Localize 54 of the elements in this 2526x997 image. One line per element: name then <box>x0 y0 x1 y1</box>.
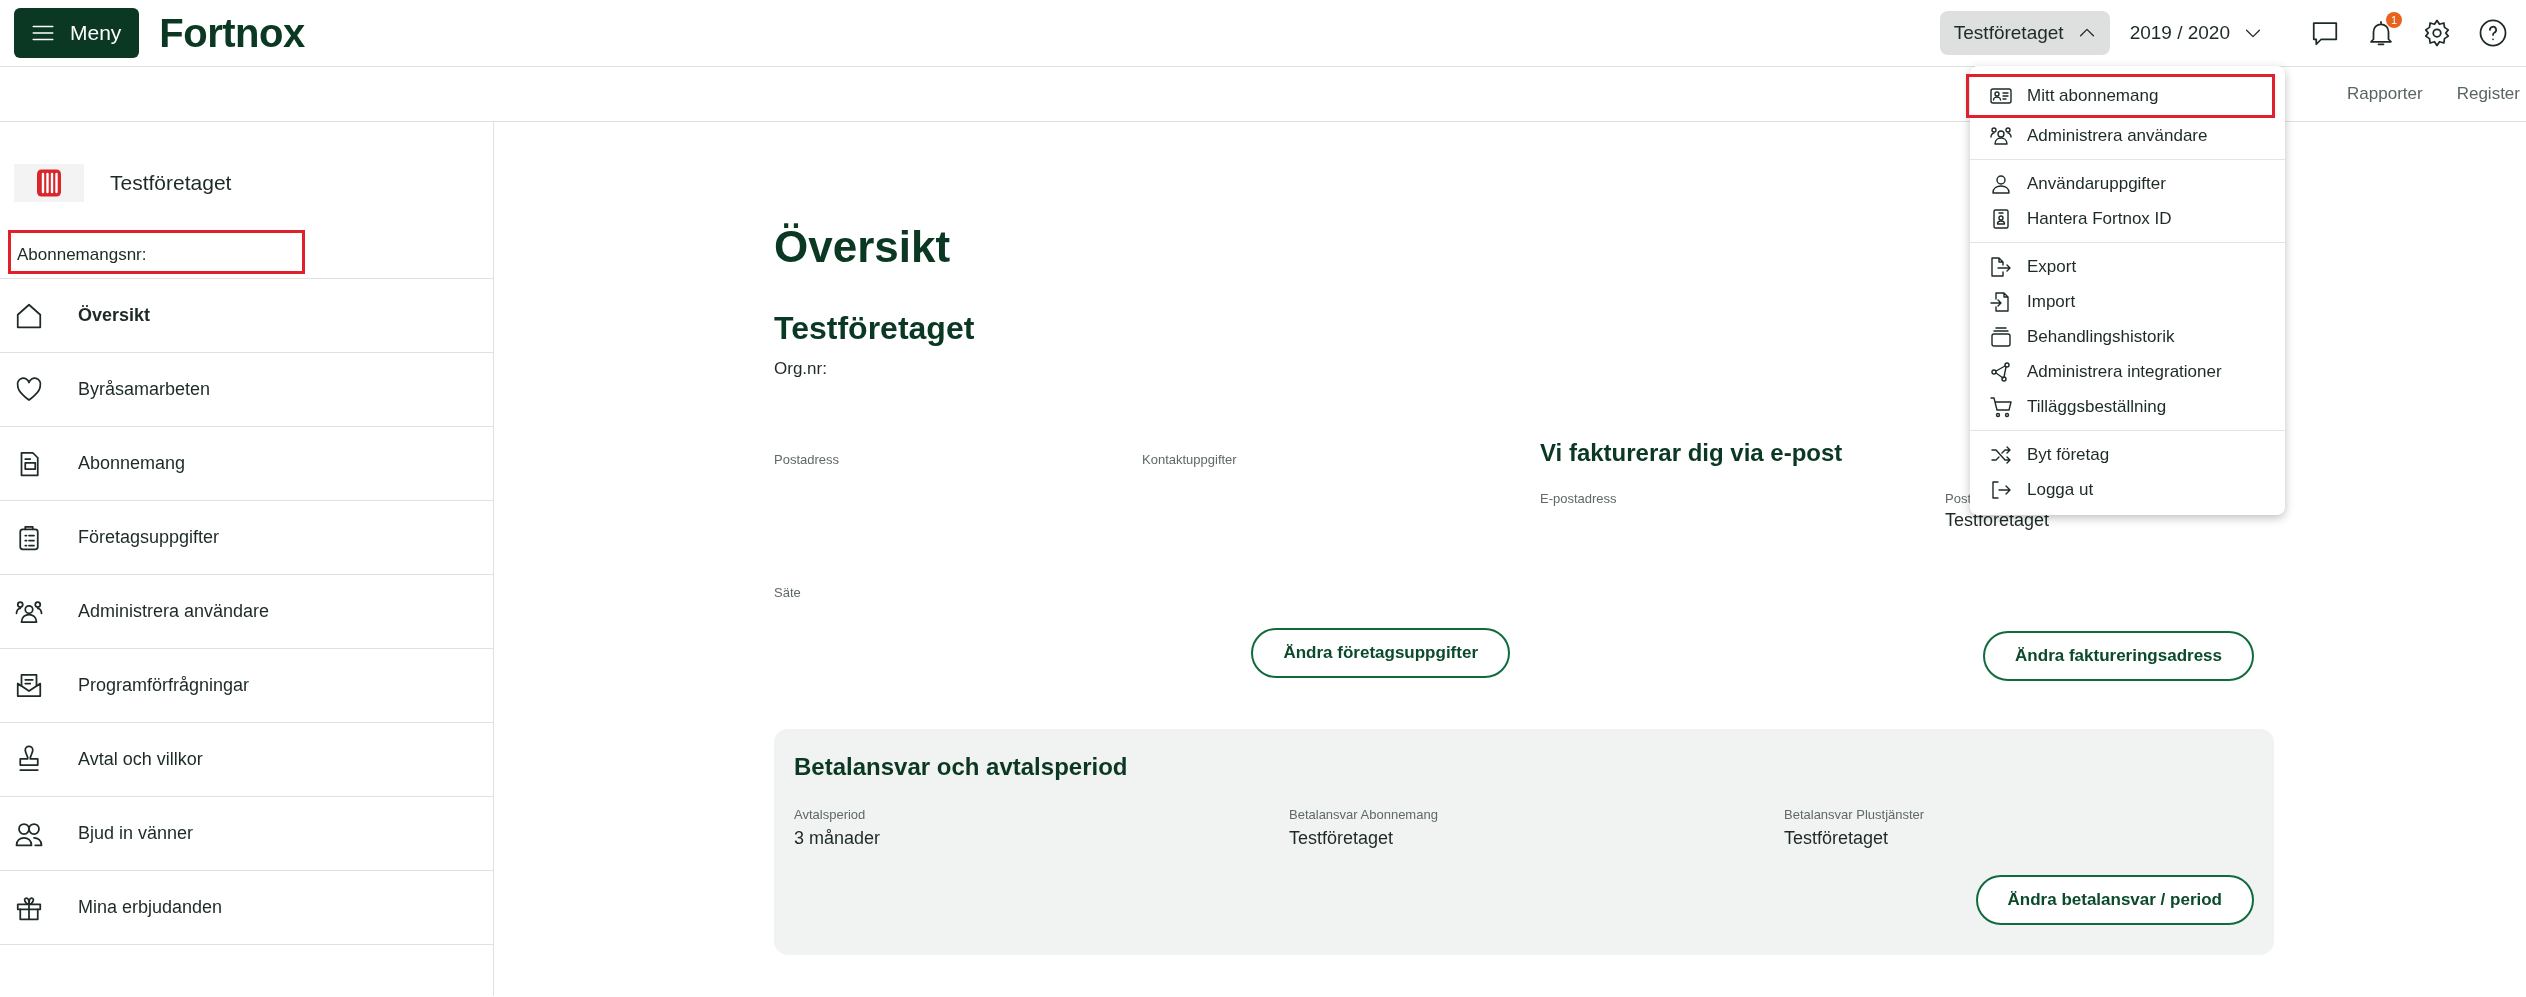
menu-item[interactable]: Tilläggsbeställning <box>1966 389 2275 424</box>
sidebar-item[interactable]: Avtal och villkor <box>0 723 493 797</box>
sidebar-item[interactable]: Översikt <box>0 279 493 353</box>
field-label: E-postadress <box>1540 491 1618 508</box>
company-name: Testföretaget <box>110 171 232 195</box>
menu-item[interactable]: Användaruppgifter <box>1966 166 2275 201</box>
sidebar-item[interactable]: Byråsamarbeten <box>0 353 493 427</box>
field-value: 3 månader <box>794 828 882 849</box>
logo[interactable]: Fortnox <box>159 10 305 56</box>
subscription-number-label: Abonnemangsnr: <box>8 230 305 274</box>
edit-payment-button[interactable]: Ändra betalansvar / period <box>1975 875 2254 925</box>
edit-billing-address-button[interactable]: Ändra faktureringsadress <box>1983 631 2254 681</box>
menu-item[interactable]: Behandlingshistorik <box>1966 319 2275 354</box>
org-number-label: Org.nr: <box>774 359 827 379</box>
sidebar-item[interactable]: Administrera användare <box>0 575 493 649</box>
field-label: Kontaktuppgifter <box>1142 452 1238 467</box>
field-value: Testföretaget <box>1945 510 2051 531</box>
menu-item[interactable]: Hantera Fortnox ID <box>1966 201 2275 236</box>
year-selector[interactable]: 2019 / 2020 <box>2123 21 2270 45</box>
field-label: Betalansvar Abonnemang <box>1289 807 1439 822</box>
stack-icon <box>1989 324 2013 349</box>
notification-badge: 1 <box>2386 12 2402 28</box>
company-heading: Testföretaget <box>774 310 975 347</box>
cart-icon <box>1989 394 2013 419</box>
menu-item[interactable]: Mitt abonnemang <box>1966 74 2275 118</box>
sidebar-item[interactable]: Mina erbjudanden <box>0 871 493 945</box>
field-label: Postadress <box>774 452 841 467</box>
edit-company-button[interactable]: Ändra företagsuppgifter <box>1251 628 1510 678</box>
menu-item[interactable]: Administrera integrationer <box>1966 354 2275 389</box>
nav-link[interactable]: Rapporter <box>2347 84 2423 104</box>
help-icon <box>2478 18 2508 48</box>
sidebar-item[interactable]: Programförfrågningar <box>0 649 493 723</box>
sidebar-item[interactable]: Företagsuppgifter <box>0 501 493 575</box>
field-label: Betalansvar Plustjänster <box>1784 807 1926 822</box>
field-value: Testföretaget <box>1784 828 1890 849</box>
menu-item[interactable]: Export <box>1966 249 2275 284</box>
menu-item[interactable]: Byt företag <box>1966 437 2275 472</box>
sidebar-item[interactable]: Abonnemang <box>0 427 493 501</box>
field-label: Säte <box>774 585 802 600</box>
file-export-icon <box>1989 254 2013 279</box>
company-button[interactable]: Testföretaget <box>1939 11 2110 55</box>
field-label: Avtalsperiod <box>794 807 867 822</box>
field-value: Testföretaget <box>1289 828 1395 849</box>
card-title: Betalansvar och avtalsperiod <box>794 753 1128 781</box>
menu-item[interactable]: Import <box>1966 284 2275 319</box>
page-title: Översikt <box>774 222 951 272</box>
sidebar-item[interactable]: Bjud in vänner <box>0 797 493 871</box>
share-nodes-icon <box>1989 359 2013 384</box>
menu-button[interactable]: Meny <box>14 8 140 58</box>
menu-item[interactable]: Administrera användare <box>1966 118 2275 153</box>
settings-icon <box>2422 18 2452 48</box>
billing-heading: Vi fakturerar dig via e-post <box>1540 439 1843 467</box>
nav-link[interactable]: Register <box>2456 84 2520 104</box>
field-label: Post <box>1945 491 1972 506</box>
